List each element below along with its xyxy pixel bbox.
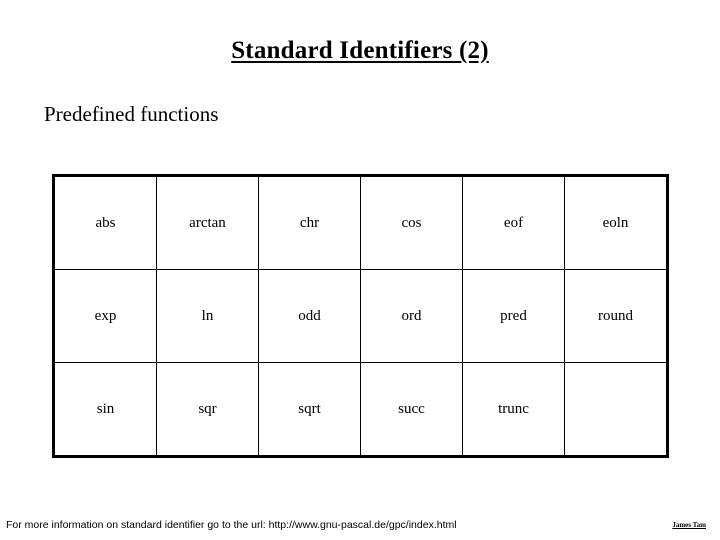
- table-cell-succ: succ: [360, 362, 463, 457]
- table-cell-empty: [564, 362, 668, 457]
- footer-note: For more information on standard identif…: [6, 519, 457, 531]
- table-cell-sqr: sqr: [156, 362, 259, 457]
- table-cell-cos: cos: [360, 175, 463, 270]
- table-cell-pred: pred: [462, 269, 565, 363]
- table-cell-eof: eof: [462, 175, 565, 270]
- table-cell-ln: ln: [156, 269, 259, 363]
- table-cell-ord: ord: [360, 269, 463, 363]
- slide-canvas: Standard Identifiers (2) Predefined func…: [0, 0, 720, 540]
- page-title: Standard Identifiers (2): [0, 36, 720, 66]
- footer-author: James Tam: [672, 521, 706, 529]
- table-cell-sin: sin: [53, 362, 157, 457]
- table-cell-round: round: [564, 269, 668, 363]
- table-cell-odd: odd: [258, 269, 361, 363]
- table-cell-exp: exp: [53, 269, 157, 363]
- table-cell-abs: abs: [53, 175, 157, 270]
- table-cell-chr: chr: [258, 175, 361, 270]
- predefined-functions-table-wrap: abs arctan chr cos eof eoln exp ln odd o…: [52, 174, 669, 458]
- predefined-functions-table: abs arctan chr cos eof eoln exp ln odd o…: [52, 174, 669, 458]
- table-cell-eoln: eoln: [564, 175, 668, 270]
- table-cell-sqrt: sqrt: [258, 362, 361, 457]
- table-cell-arctan: arctan: [156, 175, 259, 270]
- table-row: abs arctan chr cos eof eoln: [53, 175, 668, 270]
- table-row: sin sqr sqrt succ trunc: [53, 362, 668, 457]
- table-body: abs arctan chr cos eof eoln exp ln odd o…: [53, 175, 668, 457]
- page-title-text: Standard Identifiers (2): [231, 37, 489, 64]
- table-cell-trunc: trunc: [462, 362, 565, 457]
- table-row: exp ln odd ord pred round: [53, 269, 668, 363]
- section-subheading: Predefined functions: [44, 102, 219, 126]
